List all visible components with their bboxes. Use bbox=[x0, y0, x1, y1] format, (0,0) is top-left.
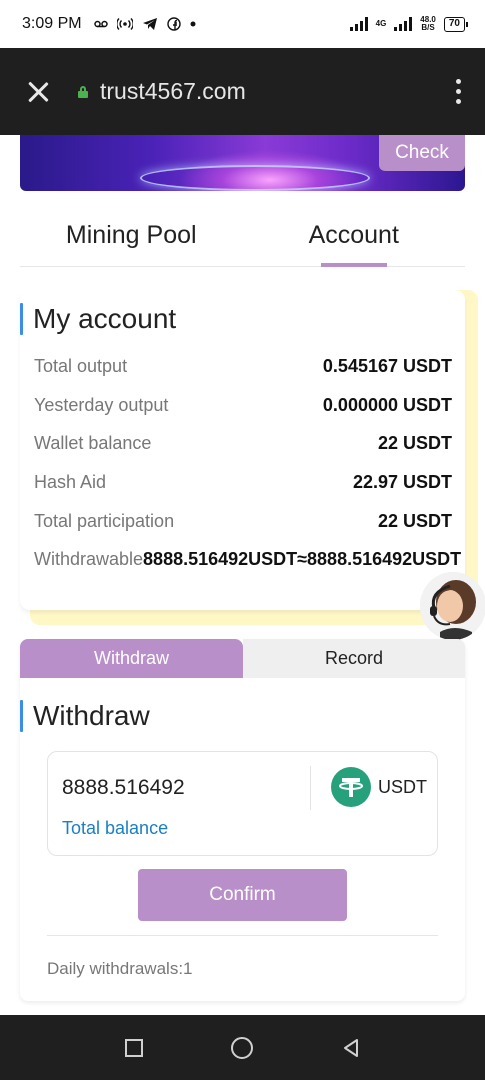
row-label: Hash Aid bbox=[34, 472, 107, 492]
divider bbox=[47, 935, 438, 936]
currency-label: USDT bbox=[378, 777, 427, 797]
row-value: 22.97 USDT bbox=[352, 472, 452, 492]
system-nav-bar bbox=[0, 1015, 485, 1080]
tab-withdraw[interactable]: Withdraw bbox=[20, 639, 243, 678]
hotspot-icon bbox=[116, 18, 133, 30]
main-tabs: Mining Pool Account bbox=[20, 205, 465, 267]
row-label: Yesterday output bbox=[34, 395, 169, 415]
row-total-participation: Total participation 22 USDT bbox=[34, 511, 452, 532]
dot-icon bbox=[190, 21, 196, 27]
net-speed-unit: B/S bbox=[421, 23, 435, 32]
tab-record[interactable]: Record bbox=[243, 639, 465, 678]
browser-toolbar: trust4567.com bbox=[0, 48, 485, 135]
telegram-icon bbox=[142, 18, 157, 30]
input-divider bbox=[310, 766, 311, 810]
tab-mining-pool[interactable]: Mining Pool bbox=[20, 205, 243, 266]
facebook-icon bbox=[166, 17, 181, 31]
row-value: 22 USDT bbox=[377, 511, 452, 531]
network-type: 4G bbox=[375, 19, 387, 28]
withdraw-tabs: Withdraw Record bbox=[20, 639, 465, 678]
check-button[interactable]: Check bbox=[379, 135, 465, 171]
voicemail-icon bbox=[93, 20, 108, 28]
row-hash-aid: Hash Aid 22.97 USDT bbox=[34, 472, 452, 493]
status-indicators: 4G 48.0 B/S 70 bbox=[349, 16, 469, 32]
signal-icon bbox=[349, 17, 368, 31]
usdt-icon bbox=[331, 767, 371, 807]
row-label: Wallet balance bbox=[34, 433, 152, 453]
daily-withdrawals-text: Daily withdrawals:1 bbox=[47, 959, 193, 978]
row-value: 0.545167 USDT bbox=[322, 356, 452, 376]
status-time: 3:09 PM bbox=[22, 15, 82, 32]
tab-account[interactable]: Account bbox=[243, 205, 466, 266]
battery-icon: 70 bbox=[443, 16, 469, 32]
withdraw-title: Withdraw bbox=[20, 700, 150, 732]
row-yesterday-output: Yesterday output 0.000000 USDT bbox=[34, 395, 452, 416]
close-icon[interactable] bbox=[24, 78, 52, 106]
back-icon[interactable] bbox=[336, 1033, 366, 1063]
customer-support-avatar[interactable] bbox=[420, 572, 485, 640]
row-wallet-balance: Wallet balance 22 USDT bbox=[34, 433, 452, 454]
withdraw-title-text: Withdraw bbox=[33, 700, 150, 731]
row-value: 22 USDT bbox=[377, 433, 452, 453]
account-title-text: My account bbox=[33, 303, 177, 334]
status-bar: 3:09 PM 4G 48.0 B/S 70 bbox=[0, 0, 485, 48]
recent-apps-icon[interactable] bbox=[119, 1033, 149, 1063]
lock-icon bbox=[78, 85, 88, 98]
withdraw-amount-input[interactable]: 8888.516492 bbox=[62, 776, 185, 800]
net-speed: 48.0 B/S bbox=[420, 16, 436, 32]
total-balance-link[interactable]: Total balance bbox=[62, 818, 168, 839]
row-withdrawable: Withdrawable8888.516492USDT≈8888.516492U… bbox=[34, 549, 461, 570]
account-title: My account bbox=[20, 303, 176, 335]
row-label: Total output bbox=[34, 356, 128, 376]
more-menu-icon[interactable] bbox=[456, 79, 461, 104]
row-label: Total participation bbox=[34, 511, 175, 531]
withdrawable-value: 8888.516492USDT≈8888.516492USDT bbox=[143, 549, 462, 569]
row-total-output: Total output 0.545167 USDT bbox=[34, 356, 452, 377]
row-value: 0.000000 USDT bbox=[322, 395, 452, 415]
url-text[interactable]: trust4567.com bbox=[100, 78, 246, 105]
notification-icons bbox=[93, 17, 196, 31]
signal-icon-2 bbox=[394, 17, 413, 31]
home-icon[interactable] bbox=[227, 1033, 257, 1063]
title-accent-bar bbox=[20, 700, 23, 732]
banner-ring bbox=[140, 165, 370, 191]
withdraw-amount-box bbox=[47, 751, 438, 856]
title-accent-bar bbox=[20, 303, 23, 335]
confirm-button[interactable]: Confirm bbox=[138, 869, 347, 921]
withdrawable-label: Withdrawable bbox=[34, 549, 144, 569]
